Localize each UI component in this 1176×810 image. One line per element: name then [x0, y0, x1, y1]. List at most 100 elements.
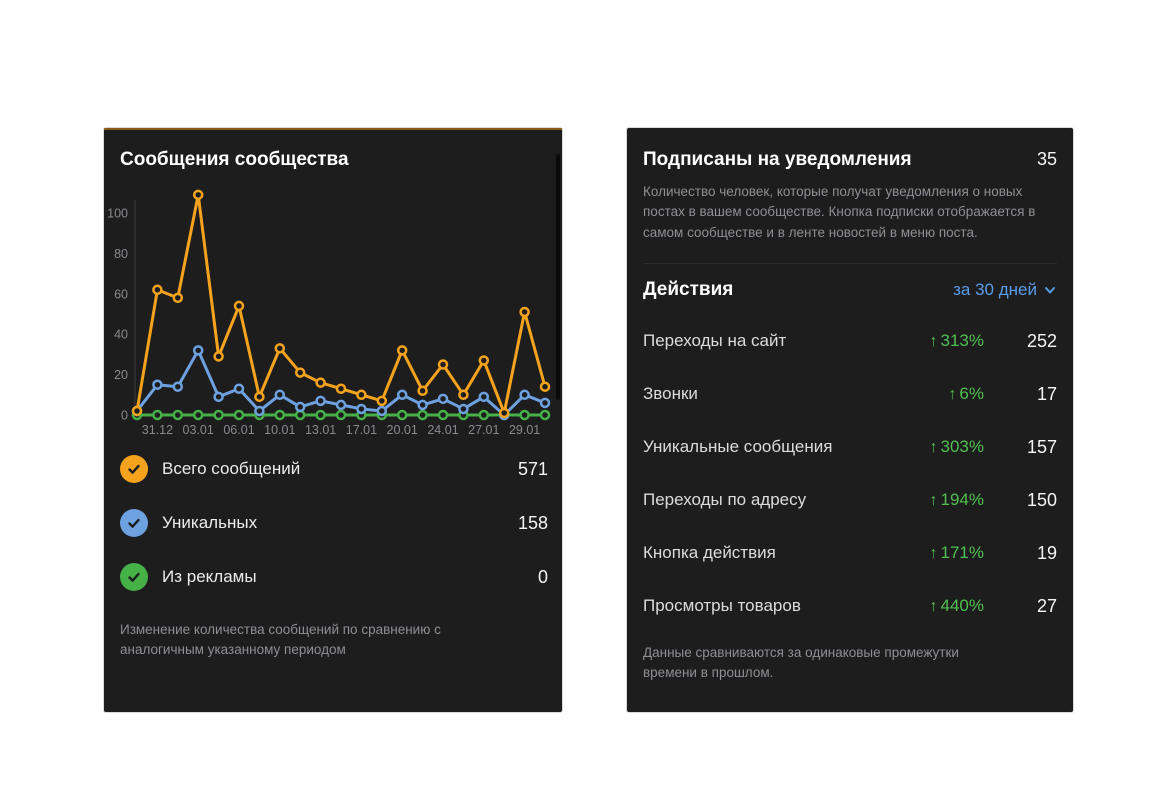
- data-point: [153, 381, 161, 389]
- data-point: [357, 405, 365, 413]
- legend-label: Всего сообщений: [162, 459, 518, 479]
- y-tick-label: 60: [114, 287, 128, 301]
- messages-chart-svg: 02040608010031.1203.0106.0110.0113.0117.…: [104, 190, 562, 442]
- period-label: за 30 дней: [953, 280, 1037, 300]
- data-point: [235, 385, 243, 393]
- action-value: 157: [984, 437, 1057, 458]
- subscribed-description: Количество человек, которые получат увед…: [627, 172, 1059, 243]
- arrow-up-icon: ↑: [930, 439, 938, 456]
- data-point: [480, 393, 488, 401]
- check-circle-icon: [120, 455, 148, 483]
- community-messages-card: Сообщения сообщества 02040608010031.1203…: [104, 128, 562, 712]
- action-delta: ↑440%: [874, 596, 984, 616]
- x-tick-label: 17.01: [346, 423, 377, 437]
- data-point: [194, 411, 202, 419]
- data-point: [174, 383, 182, 391]
- data-point: [459, 405, 467, 413]
- x-tick-label: 10.01: [264, 423, 295, 437]
- data-point: [521, 391, 529, 399]
- action-delta: ↑6%: [874, 384, 984, 404]
- data-point: [296, 403, 304, 411]
- legend-item-unique[interactable]: Уникальных 158: [104, 496, 562, 550]
- data-point: [500, 409, 508, 417]
- x-tick-label: 31.12: [142, 423, 173, 437]
- data-point: [276, 391, 284, 399]
- data-point: [459, 391, 467, 399]
- action-label: Звонки: [643, 384, 874, 404]
- data-point: [296, 411, 304, 419]
- arrow-up-icon: ↑: [930, 598, 938, 615]
- data-point: [153, 411, 161, 419]
- data-point: [337, 401, 345, 409]
- data-point: [378, 407, 386, 415]
- y-tick-label: 80: [114, 247, 128, 261]
- data-point: [480, 411, 488, 419]
- data-point: [194, 346, 202, 354]
- scrollbar-thumb[interactable]: [556, 154, 560, 400]
- data-point: [378, 397, 386, 405]
- series-line-0: [137, 195, 545, 413]
- data-point: [521, 411, 529, 419]
- arrow-up-icon: ↑: [930, 545, 938, 562]
- card-top-edge: [104, 128, 562, 130]
- data-point: [153, 286, 161, 294]
- data-point: [398, 346, 406, 354]
- chart-footnote: Изменение количества сообщений по сравне…: [104, 604, 516, 659]
- subscribed-row: Подписаны на уведомления 35: [627, 128, 1073, 172]
- data-point: [439, 411, 447, 419]
- x-tick-label: 13.01: [305, 423, 336, 437]
- data-point: [215, 411, 223, 419]
- data-point: [541, 399, 549, 407]
- data-point: [215, 393, 223, 401]
- action-label: Кнопка действия: [643, 543, 874, 563]
- action-row-unique-messages: Уникальные сообщения ↑303% 157: [627, 421, 1073, 474]
- action-label: Переходы на сайт: [643, 331, 874, 351]
- y-tick-label: 20: [114, 368, 128, 382]
- data-point: [480, 356, 488, 364]
- check-circle-icon: [120, 509, 148, 537]
- data-point: [276, 411, 284, 419]
- legend-item-ads[interactable]: Из рекламы 0: [104, 550, 562, 604]
- action-value: 150: [984, 490, 1057, 511]
- action-delta: ↑313%: [874, 331, 984, 351]
- data-point: [255, 393, 263, 401]
- x-tick-label: 20.01: [387, 423, 418, 437]
- action-label: Просмотры товаров: [643, 596, 874, 616]
- x-tick-label: 24.01: [427, 423, 458, 437]
- action-row-address-clicks: Переходы по адресу ↑194% 150: [627, 474, 1073, 527]
- data-point: [317, 379, 325, 387]
- action-delta: ↑171%: [874, 543, 984, 563]
- period-dropdown[interactable]: за 30 дней: [953, 280, 1057, 300]
- action-delta: ↑303%: [874, 437, 984, 457]
- legend-value: 0: [538, 567, 548, 588]
- action-value: 252: [984, 331, 1057, 352]
- action-delta: ↑194%: [874, 490, 984, 510]
- actions-card: Подписаны на уведомления 35 Количество ч…: [627, 128, 1073, 712]
- data-point: [398, 391, 406, 399]
- statistics-page: Сообщения сообщества 02040608010031.1203…: [0, 0, 1176, 810]
- data-point: [296, 369, 304, 377]
- data-point: [317, 411, 325, 419]
- data-point: [337, 385, 345, 393]
- data-point: [194, 191, 202, 199]
- legend-item-total[interactable]: Всего сообщений 571: [104, 442, 562, 496]
- data-point: [215, 352, 223, 360]
- data-point: [419, 401, 427, 409]
- subscribed-value: 35: [1037, 149, 1057, 170]
- data-point: [398, 411, 406, 419]
- data-point: [235, 302, 243, 310]
- action-label: Переходы по адресу: [643, 490, 874, 510]
- data-point: [235, 411, 243, 419]
- arrow-up-icon: ↑: [930, 333, 938, 350]
- action-value: 27: [984, 596, 1057, 617]
- data-point: [439, 361, 447, 369]
- x-tick-label: 27.01: [468, 423, 499, 437]
- legend-label: Из рекламы: [162, 567, 538, 587]
- check-circle-icon: [120, 563, 148, 591]
- data-point: [419, 411, 427, 419]
- chevron-down-icon: [1043, 283, 1057, 297]
- legend-value: 158: [518, 513, 548, 534]
- actions-footnote: Данные сравниваются за одинаковые промеж…: [627, 633, 1019, 684]
- x-tick-label: 06.01: [223, 423, 254, 437]
- x-tick-label: 29.01: [509, 423, 540, 437]
